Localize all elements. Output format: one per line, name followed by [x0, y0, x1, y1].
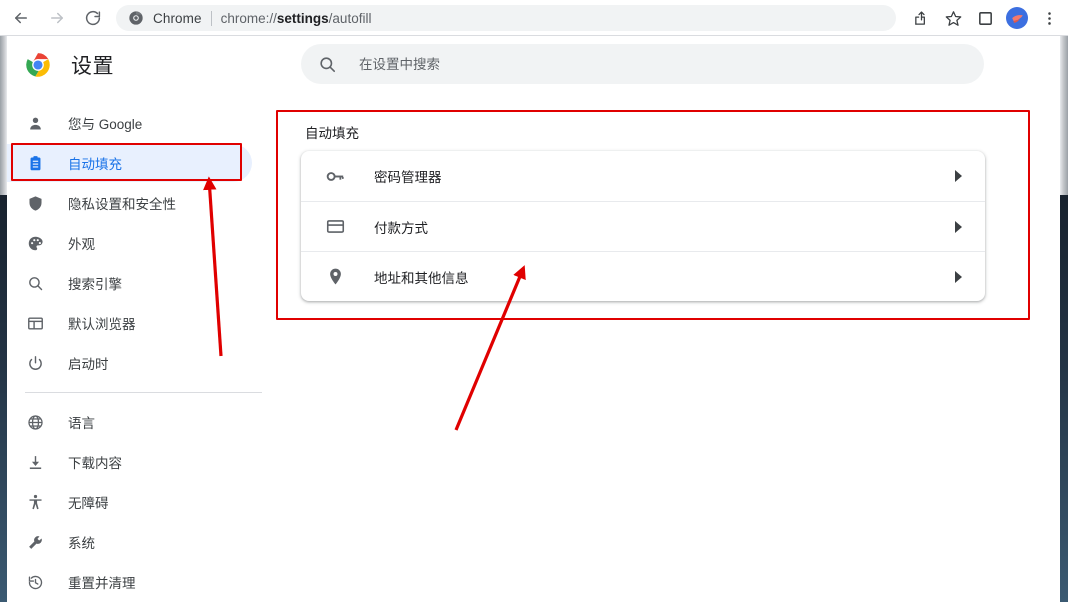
credit-card-icon — [325, 217, 345, 237]
wrench-icon — [25, 532, 45, 552]
settings-page: 设置 您与 Google 自动填充 隐私设置和安全性 外观 搜索引擎 默认浏览器… — [7, 36, 1060, 602]
chrome-logo-icon — [26, 53, 50, 77]
sidebar-secondary-nav: 语言 下载内容 无障碍 系统 重置并清理 — [7, 403, 263, 601]
chevron-right-icon — [955, 270, 962, 283]
browser-window: Chrome chrome://settings/autofill 设置 您与 … — [0, 0, 1068, 602]
search-settings-bar[interactable] — [301, 44, 984, 84]
sidebar-item-on-startup[interactable]: 启动时 — [7, 344, 263, 382]
omnibox-url-path-bold: settings — [276, 10, 329, 26]
accessibility-icon — [25, 492, 45, 512]
toolbar-actions — [906, 3, 1064, 33]
sidebar-item-label: 重置并清理 — [68, 576, 136, 591]
sidebar-item-search-engine[interactable]: 搜索引擎 — [7, 264, 263, 302]
chevron-right-icon — [955, 170, 962, 182]
payment-methods-row[interactable]: 付款方式 — [301, 201, 985, 251]
search-input[interactable] — [359, 56, 919, 72]
location-pin-icon — [325, 267, 345, 287]
side-panel-button[interactable] — [970, 3, 1000, 33]
omnibox-url: chrome://settings/autofill — [221, 11, 372, 26]
sidebar-item-label: 默认浏览器 — [68, 317, 136, 332]
forward-button[interactable] — [42, 3, 72, 33]
power-icon — [25, 353, 45, 373]
sidebar-item-label: 语言 — [68, 416, 95, 431]
row-label: 付款方式 — [374, 220, 428, 236]
sidebar-item-label: 系统 — [68, 536, 95, 551]
right-window-edge — [1060, 195, 1068, 602]
sidebar-item-label: 隐私设置和安全性 — [68, 197, 176, 212]
sidebar-item-reset-cleanup[interactable]: 重置并清理 — [7, 563, 263, 601]
chevron-right-icon — [955, 220, 962, 233]
settings-sidebar: 设置 您与 Google 自动填充 隐私设置和安全性 外观 搜索引擎 默认浏览器… — [7, 36, 263, 602]
sidebar-item-label: 您与 Google — [68, 117, 143, 132]
password-manager-row[interactable]: 密码管理器 — [301, 151, 985, 201]
sidebar-item-label: 搜索引擎 — [68, 277, 122, 292]
sidebar-item-autofill[interactable]: 自动填充 — [7, 144, 252, 182]
clipboard-icon — [25, 153, 45, 173]
share-button[interactable] — [906, 3, 936, 33]
settings-brand[interactable]: 设置 — [7, 38, 263, 92]
share-icon — [914, 10, 925, 25]
person-icon — [25, 113, 45, 133]
section-title-autofill: 自动填充 — [305, 126, 359, 141]
search-icon — [25, 273, 45, 293]
sidebar-item-you-and-google[interactable]: 您与 Google — [7, 104, 263, 142]
sidebar-item-default-browser[interactable]: 默认浏览器 — [7, 304, 263, 342]
bookmark-button[interactable] — [938, 3, 968, 33]
back-button[interactable] — [6, 3, 36, 33]
sidebar-item-languages[interactable]: 语言 — [7, 403, 263, 441]
sidebar-item-downloads[interactable]: 下载内容 — [7, 443, 263, 481]
sidebar-item-label: 无障碍 — [68, 496, 109, 511]
omnibox-divider — [210, 10, 212, 26]
autofill-card: 密码管理器 付款方式 地址和其他信息 — [301, 151, 985, 301]
reload-icon — [85, 10, 101, 26]
arrow-left-icon — [15, 12, 27, 24]
omnibox-chip-label: Chrome — [153, 10, 202, 26]
chrome-logo-icon — [129, 11, 143, 25]
key-icon — [325, 166, 345, 186]
palette-icon — [25, 233, 45, 253]
arrow-right-icon — [51, 12, 63, 24]
sidebar-item-label: 下载内容 — [68, 456, 122, 471]
sidebar-divider — [25, 392, 262, 393]
row-label: 地址和其他信息 — [374, 270, 469, 286]
avatar — [1006, 7, 1028, 29]
sidebar-item-system[interactable]: 系统 — [7, 523, 263, 561]
sidebar-primary-nav: 您与 Google 自动填充 隐私设置和安全性 外观 搜索引擎 默认浏览器 启动… — [7, 104, 263, 382]
history-restore-icon — [25, 572, 45, 592]
page-title: 设置 — [71, 55, 114, 78]
side-panel-icon — [978, 11, 992, 25]
bird-avatar-icon — [1011, 14, 1023, 23]
search-icon — [320, 56, 336, 72]
bookmark-star-icon — [945, 10, 961, 26]
omnibox-url-scheme: chrome:// — [220, 10, 277, 26]
omnibox-url-path-rest: /autofill — [328, 10, 372, 26]
right-scrollbar-thumb[interactable] — [1060, 36, 1068, 195]
address-bar[interactable]: Chrome chrome://settings/autofill — [116, 5, 896, 31]
addresses-row[interactable]: 地址和其他信息 — [301, 251, 985, 301]
sidebar-item-appearance[interactable]: 外观 — [7, 224, 263, 262]
globe-icon — [25, 412, 45, 432]
reload-button[interactable] — [78, 3, 108, 33]
download-icon — [25, 452, 45, 472]
sidebar-item-privacy-security[interactable]: 隐私设置和安全性 — [7, 184, 263, 222]
settings-content: 自动填充 密码管理器 — [263, 36, 1060, 602]
row-label: 密码管理器 — [374, 170, 442, 185]
profile-button[interactable] — [1002, 3, 1032, 33]
sidebar-item-label: 自动填充 — [68, 157, 122, 172]
sidebar-item-accessibility[interactable]: 无障碍 — [7, 483, 263, 521]
more-menu-button[interactable] — [1034, 3, 1064, 33]
browser-window-icon — [25, 313, 45, 333]
sidebar-item-label: 外观 — [68, 237, 95, 252]
left-window-edge — [0, 195, 7, 602]
sidebar-item-label: 启动时 — [68, 357, 109, 372]
left-scrollbar-thumb[interactable] — [0, 36, 7, 195]
more-menu-icon — [1047, 11, 1051, 25]
shield-icon — [25, 193, 45, 213]
